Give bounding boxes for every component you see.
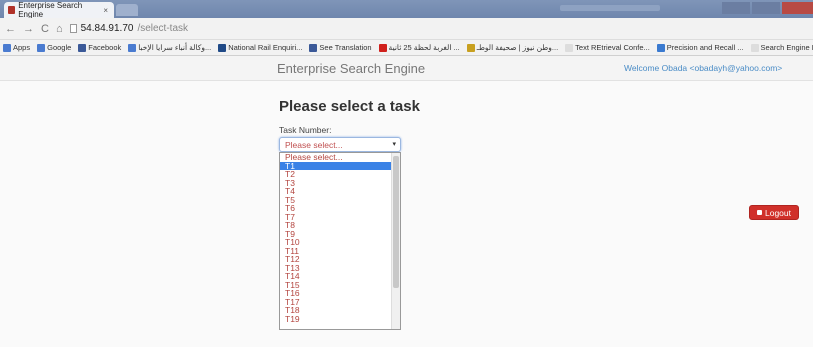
url-path: /select-task	[137, 23, 189, 34]
bookmark-item[interactable]: Search Engine Precis...	[750, 43, 813, 52]
url-input[interactable]: 54.84.91.70/select-task	[69, 23, 189, 34]
bookmark-icon	[37, 43, 46, 52]
bookmark-item[interactable]: Apps	[3, 43, 30, 52]
task-number-select[interactable]: Please select... ▾	[279, 137, 401, 152]
bookmark-icon	[378, 43, 387, 52]
url-host: 54.84.91.70	[80, 23, 134, 34]
window-title	[560, 5, 660, 11]
task-option[interactable]: T5	[280, 195, 392, 205]
task-dropdown-list[interactable]: Please select... T1 T2 T3 T4 T5 T6 T7 T8 T9 T10 T11…	[279, 152, 401, 330]
chevron-down-icon: ▾	[392, 141, 396, 148]
bookmark-icon	[3, 43, 11, 52]
task-option[interactable]: T8	[280, 221, 392, 230]
home-icon[interactable]: ⌂	[56, 23, 63, 35]
bookmark-item[interactable]: National Rail Enquiri...	[218, 43, 302, 52]
tab-close-icon[interactable]: ×	[103, 6, 108, 15]
reload-icon[interactable]: C	[41, 23, 49, 35]
bookmark-label: وكالة أنباء سرايا الإخبا...	[138, 43, 212, 52]
bookmark-item[interactable]: الغربة لحظة 25 ثانية ...	[378, 43, 460, 52]
app-navbar: Enterprise Search Engine Welcome Obada <…	[0, 56, 813, 81]
task-option[interactable]: T7	[280, 212, 392, 222]
bookmark-item[interactable]: Precision and Recall ...	[656, 43, 744, 52]
logout-label: Logout	[765, 207, 791, 218]
bookmark-label: Search Engine Precis...	[760, 43, 813, 52]
bookmark-icon	[750, 43, 759, 52]
select-value: Please select...	[285, 139, 343, 150]
minimize-button[interactable]	[722, 2, 750, 14]
bookmark-icon	[78, 43, 87, 52]
bookmark-item[interactable]: وكالة أنباء سرايا الإخبا...	[128, 43, 211, 52]
bookmark-item[interactable]: Facebook	[78, 43, 121, 52]
bookmark-label: Text REtrieval Confe...	[575, 43, 650, 52]
new-tab-button[interactable]	[116, 4, 138, 16]
task-number-label: Task Number:	[279, 125, 332, 135]
task-option[interactable]: Please select...	[280, 153, 392, 162]
task-option[interactable]: T4	[280, 187, 392, 196]
logout-button[interactable]: Logout	[749, 205, 799, 220]
task-option[interactable]: T19	[280, 314, 392, 324]
scrollbar-thumb[interactable]	[393, 156, 399, 288]
bookmark-label: See Translation	[319, 43, 372, 52]
bookmark-icon	[218, 43, 227, 52]
bookmark-icon	[128, 43, 137, 52]
bookmark-item[interactable]: Text REtrieval Confe...	[565, 43, 650, 52]
bookmark-icon	[656, 43, 665, 52]
favicon-icon	[8, 6, 16, 14]
bookmark-item[interactable]: Google	[37, 43, 71, 52]
address-bar-row: ← → C ⌂ 54.84.91.70/select-task	[0, 18, 813, 40]
forward-icon[interactable]: →	[23, 23, 34, 35]
dropdown-scrollbar[interactable]	[391, 153, 400, 329]
bookmark-icon	[309, 43, 318, 52]
close-window-button[interactable]	[782, 2, 813, 14]
back-icon[interactable]: ←	[5, 23, 16, 35]
welcome-link[interactable]: Welcome Obada <obadayh@yahoo.com>	[624, 63, 782, 73]
tab-title: Enterprise Search Engine	[18, 1, 83, 19]
lock-icon	[757, 210, 762, 215]
bookmark-label: Apps	[13, 43, 31, 52]
browser-tab[interactable]: Enterprise Search Engine ×	[4, 1, 114, 19]
bookmark-label: وطن نيوز | صحيفة الوطـ...	[476, 43, 559, 52]
task-option[interactable]: T2	[280, 170, 392, 179]
bookmark-label: Google	[47, 43, 72, 52]
bookmark-label: Facebook	[88, 43, 122, 52]
bookmark-label: الغربة لحظة 25 ثانية ...	[388, 43, 460, 52]
maximize-button[interactable]	[752, 2, 780, 14]
browser-titlebar: Enterprise Search Engine ×	[0, 0, 813, 19]
bookmark-item[interactable]: وطن نيوز | صحيفة الوطـ...	[466, 43, 559, 52]
bookmark-label: National Rail Enquiri...	[228, 43, 303, 52]
bookmarks-bar: Apps Google Facebook وكالة أنباء سرايا الإخ…	[0, 40, 813, 56]
bookmark-label: Precision and Recall ...	[666, 43, 744, 52]
page-title: Please select a task	[279, 98, 420, 115]
task-option[interactable]: T6	[280, 204, 392, 213]
bookmark-item[interactable]: See Translation	[309, 43, 372, 52]
task-option[interactable]: T3	[280, 178, 392, 188]
bookmark-icon	[466, 43, 475, 52]
brand-title[interactable]: Enterprise Search Engine	[277, 61, 425, 76]
bookmark-icon	[565, 43, 574, 52]
page-icon	[69, 24, 77, 33]
task-option[interactable]: T1	[280, 161, 392, 170]
